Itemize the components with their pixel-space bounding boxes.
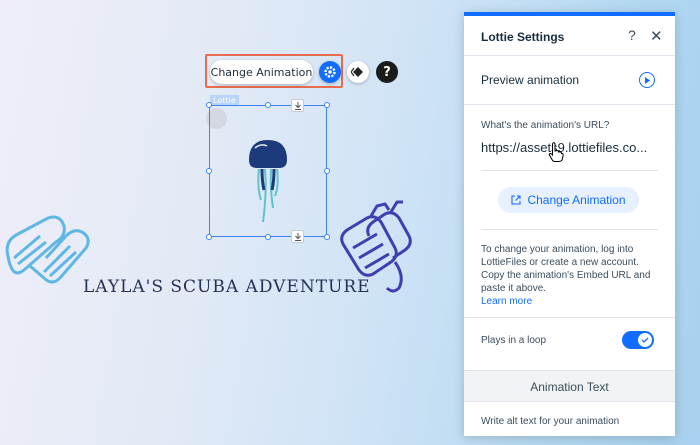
resize-handle[interactable] xyxy=(324,102,330,108)
resize-handle[interactable] xyxy=(206,168,212,174)
preview-animation-row[interactable]: Preview animation xyxy=(464,56,675,105)
url-input[interactable]: https://assets9.lottiefiles.co... xyxy=(481,140,659,155)
settings-button[interactable] xyxy=(319,61,341,83)
external-link-icon xyxy=(511,195,522,205)
play-icon xyxy=(645,76,650,84)
stretch-top-button[interactable] xyxy=(291,99,304,112)
jellyfish-animation xyxy=(249,140,287,223)
fins-illustration xyxy=(5,215,90,284)
toggle-knob xyxy=(638,333,652,347)
resize-handle[interactable] xyxy=(265,234,271,240)
panel-change-animation-button[interactable]: Change Animation xyxy=(498,187,639,213)
resize-handle[interactable] xyxy=(206,234,212,240)
gear-icon xyxy=(324,66,336,78)
change-animation-button[interactable]: Change Animation xyxy=(210,60,313,84)
info-text: To change your animation, log into Lotti… xyxy=(481,243,661,308)
divider xyxy=(481,229,658,230)
change-animation-label: Change Animation xyxy=(527,193,626,207)
panel-title: Lottie Settings xyxy=(481,30,565,44)
resize-handle[interactable] xyxy=(265,102,271,108)
resize-handle[interactable] xyxy=(324,234,330,240)
resize-handle[interactable] xyxy=(206,102,212,108)
divider xyxy=(481,170,658,171)
scuba-tank-illustration xyxy=(340,200,412,293)
help-button[interactable]: ? xyxy=(376,61,398,83)
resize-handle[interactable] xyxy=(324,168,330,174)
stretch-bottom-button[interactable] xyxy=(291,230,304,243)
url-label: What's the animation's URL? xyxy=(481,120,610,131)
loop-toggle[interactable] xyxy=(622,331,654,349)
learn-more-link[interactable]: Learn more xyxy=(481,296,532,307)
lottie-settings-panel: Lottie Settings ? ✕ Preview animation Wh… xyxy=(464,12,675,436)
url-section: What's the animation's URL? https://asse… xyxy=(464,105,675,318)
download-icon xyxy=(294,232,301,241)
check-icon xyxy=(641,337,649,343)
hand-cursor-icon xyxy=(548,142,564,162)
animation-text-title: Animation Text xyxy=(530,380,609,394)
close-icon[interactable]: ✕ xyxy=(650,27,663,45)
loop-row: Plays in a loop xyxy=(464,318,675,371)
loop-label: Plays in a loop xyxy=(481,335,547,346)
info-text-body: To change your animation, log into Lotti… xyxy=(481,244,651,294)
panel-header: Lottie Settings ? ✕ xyxy=(464,16,675,56)
panel-help-button[interactable]: ? xyxy=(628,27,636,43)
animation-icon xyxy=(351,67,363,77)
download-icon xyxy=(294,101,301,110)
alt-text-row: Write alt text for your animation xyxy=(464,402,675,438)
page-title[interactable]: LAYLA'S SCUBA ADVENTURE xyxy=(83,277,371,297)
preview-animation-label: Preview animation xyxy=(481,73,580,87)
alt-text-description: Write alt text for your animation xyxy=(481,416,620,427)
play-button[interactable] xyxy=(639,72,655,88)
animation-text-header: Animation Text xyxy=(464,371,675,402)
animation-button[interactable] xyxy=(347,61,369,83)
